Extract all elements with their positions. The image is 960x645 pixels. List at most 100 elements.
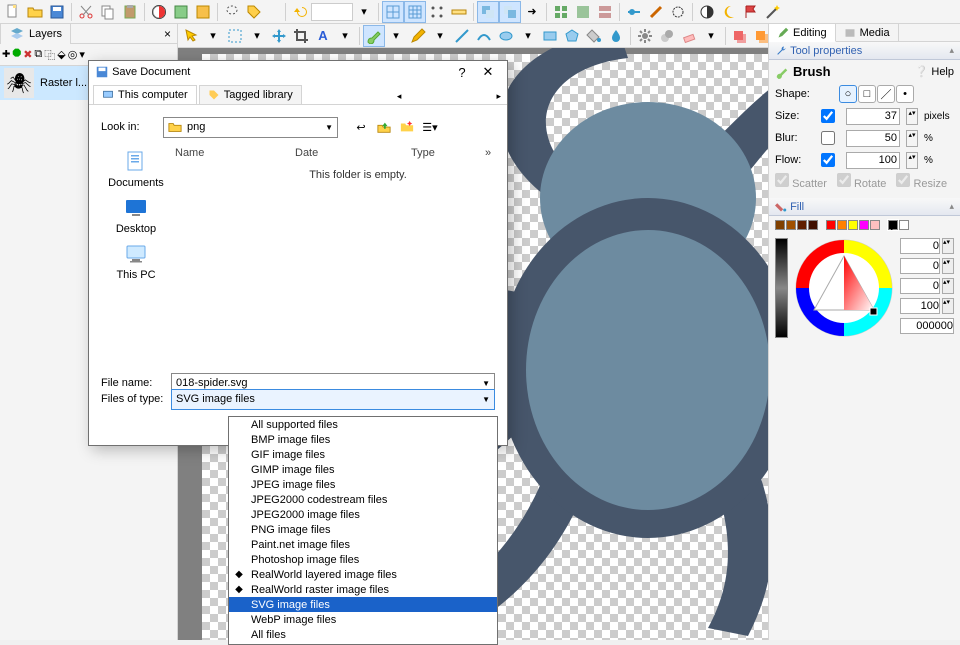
- grid2-icon[interactable]: [404, 1, 426, 23]
- blur-chk[interactable]: [821, 131, 835, 145]
- text-icon[interactable]: A: [312, 25, 334, 47]
- flow-chk[interactable]: [821, 153, 835, 167]
- flow-input[interactable]: [846, 152, 900, 169]
- clone-icon[interactable]: [656, 25, 678, 47]
- file-list[interactable]: Name Date Type » This folder is empty.: [171, 145, 495, 371]
- place-desktop[interactable]: Desktop: [104, 195, 168, 235]
- effect-icon[interactable]: [170, 1, 192, 23]
- wand-icon[interactable]: [762, 1, 784, 23]
- col-type[interactable]: Type: [407, 145, 481, 163]
- line-icon[interactable]: [451, 25, 473, 47]
- col-date[interactable]: Date: [291, 145, 407, 163]
- filetype-option[interactable]: Photoshop image files: [229, 552, 497, 567]
- swatch[interactable]: [786, 220, 796, 230]
- picker-icon[interactable]: [148, 1, 170, 23]
- cut-icon[interactable]: [75, 1, 97, 23]
- filetype-option[interactable]: GIMP image files: [229, 462, 497, 477]
- color-wheel[interactable]: [794, 238, 894, 338]
- ruler-icon[interactable]: [448, 1, 470, 23]
- select-icon[interactable]: [180, 25, 202, 47]
- poly-icon[interactable]: [561, 25, 583, 47]
- swatch[interactable]: [859, 220, 869, 230]
- lasso-icon[interactable]: [221, 1, 243, 23]
- swatch[interactable]: [848, 220, 858, 230]
- swatch[interactable]: [826, 220, 836, 230]
- fill-header[interactable]: Fill▴: [769, 198, 960, 216]
- handles-icon[interactable]: [426, 1, 448, 23]
- adjust3-icon[interactable]: [667, 1, 689, 23]
- filetype-option[interactable]: SVG image files: [229, 597, 497, 612]
- swatch[interactable]: [899, 220, 909, 230]
- swatch[interactable]: [797, 220, 807, 230]
- shape-diag[interactable]: ／: [877, 85, 895, 103]
- back-icon[interactable]: ↩: [352, 118, 370, 136]
- swatch[interactable]: ▾: [888, 220, 898, 230]
- view-icon[interactable]: ☰▾: [421, 118, 439, 136]
- size-chk[interactable]: [821, 109, 835, 123]
- adjust2-icon[interactable]: [645, 1, 667, 23]
- zoom-input[interactable]: 145%: [311, 3, 353, 21]
- size-input[interactable]: [846, 108, 900, 125]
- layerred-icon[interactable]: [729, 25, 751, 47]
- alpha-slider[interactable]: [775, 238, 788, 338]
- curve-icon[interactable]: [473, 25, 495, 47]
- shape-square[interactable]: □: [858, 85, 876, 103]
- tab-next[interactable]: ▸: [494, 89, 503, 104]
- filetype-option[interactable]: BMP image files: [229, 432, 497, 447]
- tab-media[interactable]: Media: [836, 24, 899, 41]
- gear-icon[interactable]: [634, 25, 656, 47]
- filetype-option[interactable]: ◆RealWorld layered image files: [229, 567, 497, 582]
- undo-icon[interactable]: [289, 1, 311, 23]
- zoom-dd-icon[interactable]: ▾: [353, 1, 375, 23]
- copy-icon[interactable]: [97, 1, 119, 23]
- marquee-icon[interactable]: [224, 25, 246, 47]
- filetype-option[interactable]: JPEG2000 codestream files: [229, 492, 497, 507]
- ellipse-icon[interactable]: [495, 25, 517, 47]
- spin-a[interactable]: [900, 298, 940, 314]
- blur-input[interactable]: [846, 130, 900, 147]
- eraser-dd[interactable]: ▾: [700, 25, 722, 47]
- filetype-option[interactable]: Paint.net image files: [229, 537, 497, 552]
- arrow-right-icon[interactable]: ➜: [521, 1, 543, 23]
- lookin-combo[interactable]: png▼: [163, 117, 338, 138]
- tab-this-computer[interactable]: This computer: [93, 85, 197, 104]
- swatch[interactable]: [808, 220, 818, 230]
- tab-tagged[interactable]: Tagged library: [199, 85, 302, 104]
- hex-input[interactable]: [900, 318, 954, 334]
- shape-circle[interactable]: ○: [839, 85, 857, 103]
- filetype-option[interactable]: All supported files: [229, 417, 497, 432]
- new-icon[interactable]: [2, 1, 24, 23]
- help-button[interactable]: ?: [449, 65, 475, 80]
- eraser-icon[interactable]: [678, 25, 700, 47]
- tool-properties-header[interactable]: Tool properties▴: [769, 42, 960, 60]
- add-layer-icon[interactable]: 🞦: [2, 48, 10, 61]
- adjust1-icon[interactable]: [623, 1, 645, 23]
- paste-icon[interactable]: [119, 1, 141, 23]
- tab-editing[interactable]: Editing: [769, 24, 836, 42]
- filetype-option[interactable]: ◆RealWorld raster image files: [229, 582, 497, 597]
- spin-g[interactable]: [900, 258, 940, 274]
- effect2-icon[interactable]: [192, 1, 214, 23]
- grid-icon[interactable]: [382, 1, 404, 23]
- more-icon[interactable]: ▾: [79, 48, 85, 61]
- tile2-icon[interactable]: [572, 1, 594, 23]
- filetype-option[interactable]: JPEG image files: [229, 477, 497, 492]
- close-icon[interactable]: ×: [158, 25, 177, 43]
- swatch[interactable]: [837, 220, 847, 230]
- filetype-combo[interactable]: SVG image files▼: [171, 389, 495, 410]
- place-thispc[interactable]: This PC: [104, 241, 168, 281]
- merge-icon[interactable]: ⧉: [34, 48, 42, 61]
- save-icon[interactable]: [46, 1, 68, 23]
- bucket-icon[interactable]: [583, 25, 605, 47]
- moon-icon[interactable]: [718, 1, 740, 23]
- contrast-icon[interactable]: [696, 1, 718, 23]
- delete-icon[interactable]: ✖: [23, 48, 32, 61]
- effect3-icon[interactable]: ◎: [68, 48, 78, 61]
- pencil-dd[interactable]: ▾: [429, 25, 451, 47]
- rect-icon[interactable]: [539, 25, 561, 47]
- up-icon[interactable]: ⬙: [57, 48, 65, 61]
- dup-icon[interactable]: ⿻: [44, 47, 55, 63]
- up-icon[interactable]: [375, 118, 393, 136]
- place-documents[interactable]: Documents: [104, 149, 168, 189]
- filetype-option[interactable]: GIF image files: [229, 447, 497, 462]
